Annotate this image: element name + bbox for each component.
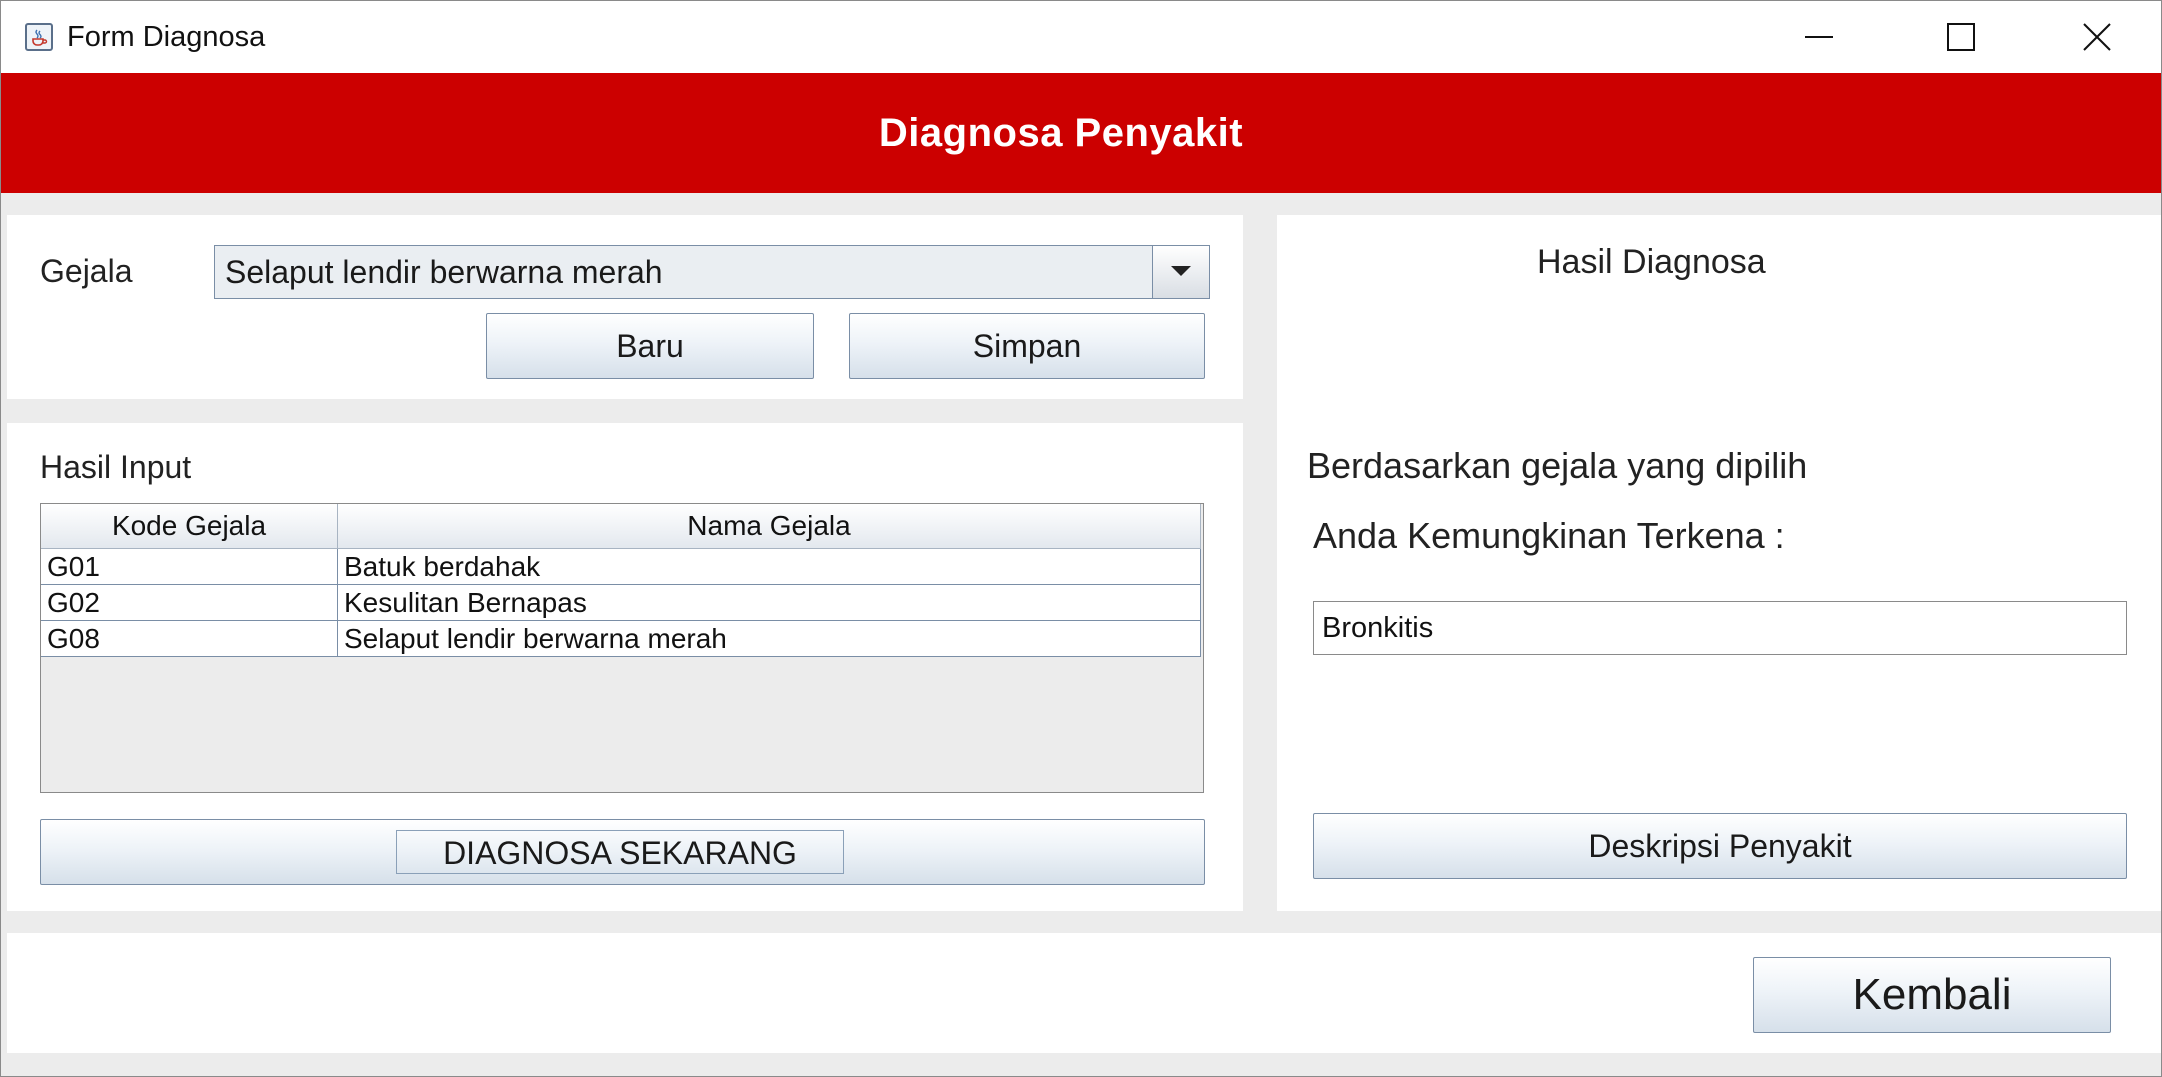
combo-dropdown-button[interactable] xyxy=(1152,246,1209,298)
hasil-diagnosa-panel xyxy=(1277,215,2161,911)
diagnosa-prompt-text: Anda Kemungkinan Terkena : xyxy=(1313,515,1785,556)
baru-button[interactable]: Baru xyxy=(486,313,814,379)
header-banner: Diagnosa Penyakit xyxy=(1,73,2161,193)
maximize-icon xyxy=(1947,23,1975,51)
column-header-nama[interactable]: Nama Gejala xyxy=(337,504,1201,549)
title-bar: Form Diagnosa xyxy=(1,1,2161,73)
deskripsi-penyakit-button[interactable]: Deskripsi Penyakit xyxy=(1313,813,2127,879)
simpan-button[interactable]: Simpan xyxy=(849,313,1205,379)
gejala-table: Kode Gejala Nama Gejala G01 Batuk berdah… xyxy=(40,503,1204,793)
gejala-grid: Kode Gejala Nama Gejala G01 Batuk berdah… xyxy=(41,504,1201,657)
maximize-button[interactable] xyxy=(1901,1,2021,73)
minimize-button[interactable] xyxy=(1759,1,1879,73)
table-cell-nama: Batuk berdahak xyxy=(337,548,1201,585)
table-row[interactable]: G08 Selaput lendir berwarna merah xyxy=(41,620,1201,657)
table-cell-nama: Kesulitan Bernapas xyxy=(337,584,1201,621)
hasil-input-title: Hasil Input xyxy=(40,449,192,485)
minimize-icon xyxy=(1805,36,1833,38)
diagnosa-result-field[interactable]: Bronkitis xyxy=(1313,601,2127,655)
table-header-row: Kode Gejala Nama Gejala xyxy=(41,504,1201,549)
close-button[interactable] xyxy=(2037,1,2157,73)
table-cell-kode: G02 xyxy=(41,584,338,621)
table-cell-kode: G01 xyxy=(41,548,338,585)
table-cell-nama: Selaput lendir berwarna merah xyxy=(337,620,1201,657)
diagnosa-intro-text: Berdasarkan gejala yang dipilih xyxy=(1307,445,1808,486)
table-cell-kode: G08 xyxy=(41,620,338,657)
window-title: Form Diagnosa xyxy=(67,21,266,53)
java-cup-icon xyxy=(25,23,53,51)
form-diagnosa-window: Form Diagnosa Diagnosa Penyakit Gejala S… xyxy=(0,0,2162,1077)
column-header-kode[interactable]: Kode Gejala xyxy=(41,504,338,549)
table-row[interactable]: G01 Batuk berdahak xyxy=(41,548,1201,585)
gejala-selected-value: Selaput lendir berwarna merah xyxy=(225,254,663,290)
page-title: Diagnosa Penyakit xyxy=(878,111,1244,155)
table-row[interactable]: G02 Kesulitan Bernapas xyxy=(41,584,1201,621)
gejala-label: Gejala xyxy=(40,253,133,289)
kembali-button[interactable]: Kembali xyxy=(1753,957,2111,1033)
gejala-combobox[interactable]: Selaput lendir berwarna merah xyxy=(214,245,1210,299)
hasil-diagnosa-title: Hasil Diagnosa xyxy=(1537,243,1766,281)
diagnosa-result-value: Bronkitis xyxy=(1322,612,1434,644)
diagnosa-sekarang-button[interactable]: DIAGNOSA SEKARANG xyxy=(40,819,1205,885)
chevron-down-icon xyxy=(1171,266,1191,276)
diagnosa-sekarang-label: DIAGNOSA SEKARANG xyxy=(396,830,844,874)
close-icon xyxy=(2083,23,2111,51)
